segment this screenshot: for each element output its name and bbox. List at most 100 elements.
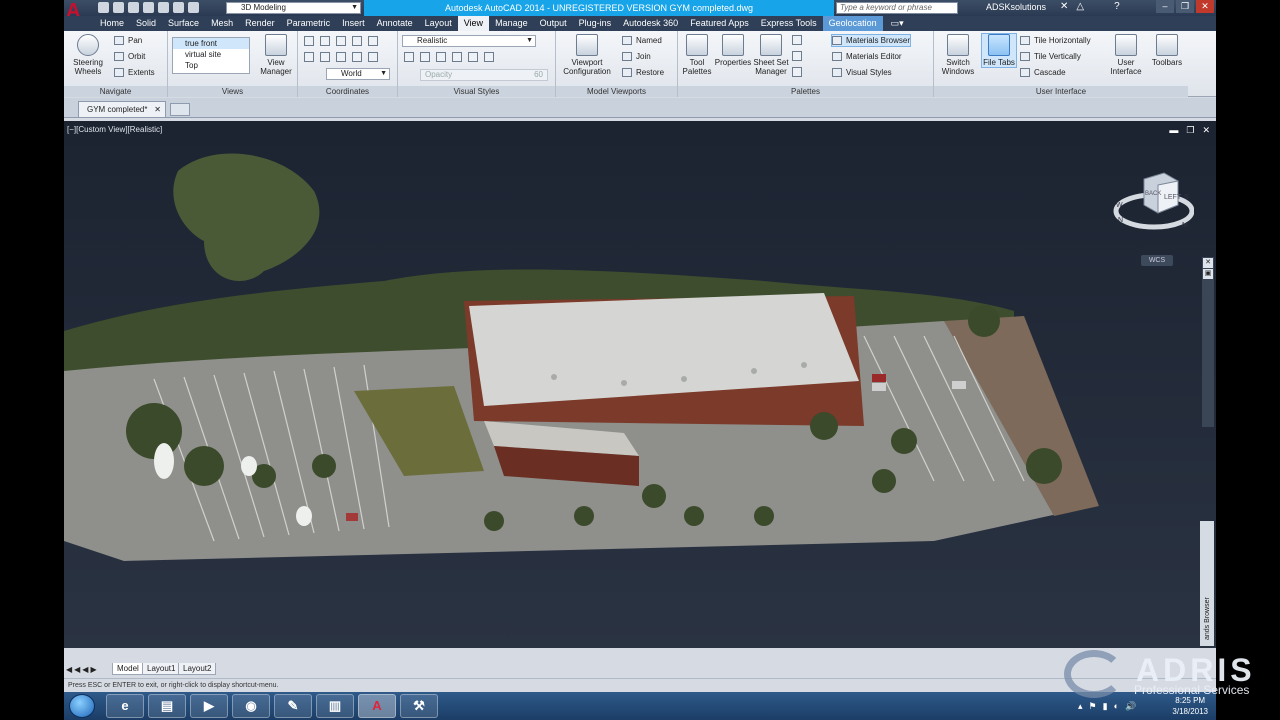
media-player-icon[interactable]: ▶ (190, 694, 228, 718)
materials-browser-button[interactable]: Materials Browser (830, 34, 912, 47)
toolbars-button[interactable]: Toolbars (1148, 34, 1186, 67)
document-icon[interactable]: ▥ (316, 694, 354, 718)
tab-manage[interactable]: Manage (489, 16, 534, 31)
save-as-icon[interactable] (143, 2, 154, 13)
material-icon[interactable] (484, 52, 494, 62)
tab-plug-ins[interactable]: Plug-ins (573, 16, 618, 31)
shadow-icon[interactable] (420, 52, 430, 62)
markup-icon[interactable] (792, 67, 802, 77)
viewport-configuration-button[interactable]: Viewport Configuration (560, 34, 614, 76)
undo-icon[interactable] (173, 2, 184, 13)
ucs-icon[interactable] (336, 52, 346, 62)
ucs-icon[interactable] (304, 36, 314, 46)
open-icon[interactable] (113, 2, 124, 13)
join-viewports-button[interactable]: Join (622, 51, 651, 62)
restore-viewports-button[interactable]: Restore (622, 67, 664, 78)
new-icon[interactable] (98, 2, 109, 13)
switch-windows-button[interactable]: Switch Windows (936, 34, 980, 76)
x-ray-icon[interactable] (468, 52, 478, 62)
close-icon[interactable]: ✕ (1196, 0, 1214, 13)
tab-layout2[interactable]: Layout2 (178, 663, 217, 675)
named-viewports-button[interactable]: Named (622, 35, 662, 46)
view-manager-button[interactable]: View Manager (256, 34, 296, 76)
plot-icon[interactable] (158, 2, 169, 13)
orbit-button[interactable]: Orbit (114, 51, 145, 62)
tab-layout[interactable]: Layout (419, 16, 458, 31)
edge-icon[interactable] (404, 52, 414, 62)
search-input[interactable]: Type a keyword or phrase (836, 2, 958, 14)
redo-icon[interactable] (188, 2, 199, 13)
autocad-taskbar-icon[interactable]: A (358, 694, 396, 718)
ucs-icon[interactable] (336, 36, 346, 46)
cascade-button[interactable]: Cascade (1020, 67, 1066, 78)
model-viewport[interactable]: [−][Custom View][Realistic] ▬ ❐ ✕ LEFT B… (64, 121, 1216, 648)
tab-featured-apps[interactable]: Featured Apps (684, 16, 755, 31)
ucs-icon[interactable] (320, 36, 330, 46)
restore-viewport-icon[interactable]: ❐ (1186, 125, 1194, 136)
close-navbar-icon[interactable]: ✕ (1203, 258, 1213, 268)
tray-icons[interactable]: ▴⚑▮◐🔊 (1078, 701, 1142, 712)
tile-horizontally-button[interactable]: Tile Horizontally (1020, 35, 1091, 46)
tab-surface[interactable]: Surface (162, 16, 205, 31)
ucs-icon[interactable] (304, 52, 314, 62)
visual-styles-palette-button[interactable]: Visual Styles (832, 67, 892, 78)
navbar-menu-icon[interactable]: ▣ (1203, 269, 1213, 279)
views-list-item[interactable]: virtual site (173, 49, 249, 60)
views-list-item[interactable]: Top (173, 60, 249, 71)
close-tab-icon[interactable]: ✕ (154, 102, 161, 117)
start-button[interactable] (69, 694, 95, 718)
extents-button[interactable]: Extents (114, 67, 155, 78)
user-interface-button[interactable]: User Interface (1106, 34, 1146, 76)
ucs-icon[interactable] (368, 52, 378, 62)
ucs-icon[interactable] (352, 52, 362, 62)
user-account[interactable]: ADSKsolutions (986, 2, 1046, 12)
tab-solid[interactable]: Solid (130, 16, 162, 31)
pan-button[interactable]: Pan (114, 35, 142, 46)
views-list-item[interactable]: true front (173, 38, 249, 49)
workspace-dropdown[interactable]: 3D Modeling ▼ (226, 2, 361, 14)
lighting-icon[interactable] (452, 52, 462, 62)
viewport-label[interactable]: [−][Custom View][Realistic] (67, 125, 162, 134)
ucs-icon[interactable] (352, 36, 362, 46)
ucs-icon[interactable] (368, 36, 378, 46)
tab-express-tools[interactable]: Express Tools (755, 16, 823, 31)
file-tabs-button[interactable]: File Tabs (981, 33, 1017, 68)
design-center-icon[interactable] (792, 51, 802, 61)
internet-explorer-icon[interactable]: e (106, 694, 144, 718)
minimize-viewport-icon[interactable]: ▬ (1169, 125, 1178, 136)
warning-icon[interactable]: △ (1076, 1, 1084, 12)
chrome-icon[interactable]: ◉ (232, 694, 270, 718)
tab-render[interactable]: Render (239, 16, 281, 31)
tab-home[interactable]: Home (94, 16, 130, 31)
properties-button[interactable]: Properties (714, 34, 752, 67)
ribbon-minimize-icon[interactable]: ▭▾ (883, 16, 912, 31)
sheet-set-manager-button[interactable]: Sheet Set Manager (752, 34, 790, 76)
viewcube[interactable]: LEFT BACK S N W M (1110, 169, 1194, 239)
steering-wheels-button[interactable]: Steering Wheels (68, 34, 108, 76)
restore-icon[interactable]: ❐ (1176, 0, 1194, 13)
layer-icon[interactable] (792, 35, 802, 45)
materials-editor-button[interactable]: Materials Editor (832, 51, 902, 62)
opacity-slider[interactable]: Opacity 60 (420, 69, 548, 81)
file-tab-gym-completed[interactable]: GYM completed* ✕ (78, 101, 166, 117)
exchange-icon[interactable]: ✕ (1060, 1, 1068, 12)
tab-view[interactable]: View (457, 16, 490, 31)
layout-nav-icons[interactable]: ◀◀◀▶ (66, 663, 99, 676)
tab-layout1[interactable]: Layout1 (142, 663, 181, 675)
new-tab-button[interactable] (170, 103, 190, 116)
views-list[interactable]: true front virtual site Top (172, 37, 250, 74)
materials-browser-palette-strip[interactable]: ands Browser (1200, 521, 1214, 646)
visual-style-dropdown[interactable]: Realistic ▼ (402, 35, 536, 47)
tool-icon[interactable]: ⚒ (400, 694, 438, 718)
tab-annotate[interactable]: Annotate (371, 16, 419, 31)
app-icon[interactable]: ✎ (274, 694, 312, 718)
tool-palettes-button[interactable]: Tool Palettes (680, 34, 714, 76)
tab-output[interactable]: Output (534, 16, 573, 31)
tab-parametric[interactable]: Parametric (281, 16, 337, 31)
tab-geolocation[interactable]: Geolocation (822, 16, 883, 31)
tab-model[interactable]: Model (112, 663, 144, 675)
tile-vertically-button[interactable]: Tile Vertically (1020, 51, 1081, 62)
tab-mesh[interactable]: Mesh (205, 16, 239, 31)
help-icon[interactable]: ? (1114, 1, 1120, 12)
face-color-icon[interactable] (436, 52, 446, 62)
